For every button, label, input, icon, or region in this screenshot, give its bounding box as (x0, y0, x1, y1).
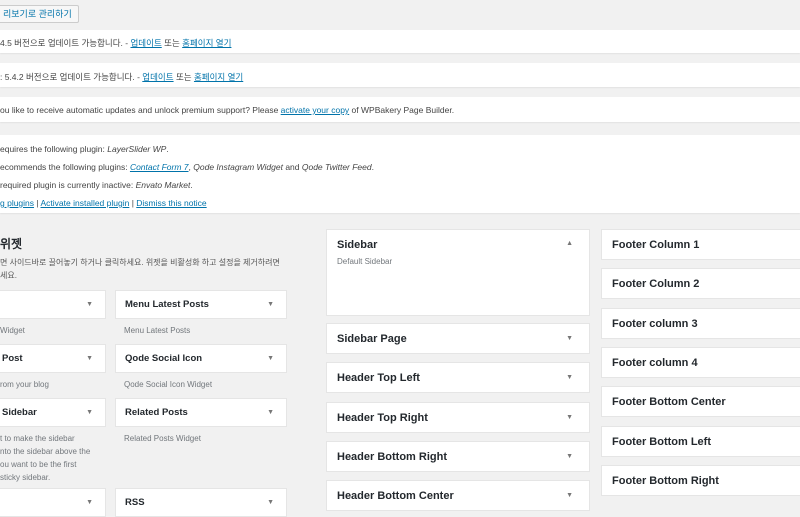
expand-arrow-icon[interactable]: ▼ (566, 442, 573, 472)
widget-item[interactable]: Qode Social Icon ▼ (115, 344, 287, 373)
plugin-name: Qode Twitter Feed (301, 162, 372, 172)
sidebar-title: Header Top Right (337, 411, 428, 424)
widget-title: Post (2, 353, 23, 364)
plugin-name: Envato Market (135, 180, 191, 190)
notice-or: 또는 (161, 38, 183, 48)
widget-description: Related Posts Widget (124, 434, 201, 443)
expand-arrow-icon[interactable]: ▼ (86, 345, 93, 372)
footer-sidebar-area[interactable]: Footer Column 2 (601, 268, 800, 300)
notice-text: equires the following plugin: (0, 144, 108, 154)
expand-arrow-icon[interactable]: ▼ (566, 324, 573, 354)
widget-item[interactable]: Post ▼ (0, 344, 106, 373)
plugin-name: Qode Instagram Widget (193, 162, 283, 172)
widget-description: Menu Latest Posts (124, 326, 191, 335)
expand-arrow-icon[interactable]: ▼ (566, 403, 573, 433)
widget-item[interactable]: ▼ (0, 488, 106, 517)
sidebar-title: Footer Bottom Left (612, 435, 711, 448)
notice-text: ou like to receive automatic updates and… (0, 105, 281, 115)
widget-description: Widget (0, 326, 25, 335)
sidebar-title: Footer Column 2 (612, 278, 700, 291)
sidebar-title: Footer Bottom Right (612, 474, 719, 487)
widget-title: RSS (125, 497, 145, 508)
expand-arrow-icon[interactable]: ▼ (566, 363, 573, 393)
notice-text: ecommends the following plugins: (0, 162, 130, 172)
expand-arrow-icon[interactable]: ▼ (86, 489, 93, 516)
notice-text: : 5.4.2 버전으로 업데이트 가능합니다. - (0, 72, 143, 82)
expand-arrow-icon[interactable]: ▼ (86, 399, 93, 426)
sidebar-title: Header Top Left (337, 372, 420, 385)
expand-arrow-icon[interactable]: ▼ (267, 345, 274, 372)
widget-description: t to make the sidebar nto the sidebar ab… (0, 434, 91, 482)
widget-description: rom your blog (0, 380, 49, 389)
footer-sidebar-area[interactable]: Footer Column 1 (601, 229, 800, 260)
activate-copy-link[interactable]: activate your copy (281, 105, 350, 115)
sidebar-description: Default Sidebar (337, 257, 393, 266)
activate-plugin-link[interactable]: Activate installed plugin (41, 198, 130, 208)
sidebar-title: Sidebar Page (337, 333, 407, 345)
widget-title: Menu Latest Posts (125, 299, 209, 310)
widget-item[interactable]: ▼ (0, 290, 106, 319)
expand-arrow-icon[interactable]: ▼ (267, 399, 274, 426)
manage-with-preview-button[interactable]: 리보기로 관리하기 (0, 5, 79, 23)
widgets-description: 면 사이드바로 끌어놓기 하거나 클릭하세요. 위젯을 비활성화 하고 설정을 … (0, 258, 280, 280)
footer-sidebar-area[interactable]: Footer Bottom Left (601, 425, 800, 457)
contact-form-link[interactable]: Contact Form 7 (130, 162, 189, 172)
homepage-link[interactable]: 홈페이지 열기 (182, 38, 231, 48)
collapse-arrow-icon[interactable]: ▲ (566, 240, 573, 247)
update-notice: : 5.4.2 버전으로 업데이트 가능합니다. - 업데이트 또는 홈페이지 … (0, 63, 800, 87)
widget-item[interactable]: Related Posts ▼ (115, 398, 287, 427)
sidebar-title: Footer Bottom Center (612, 396, 726, 409)
update-link[interactable]: 업데이트 (130, 38, 161, 48)
footer-sidebar-area[interactable]: Footer Bottom Center (601, 386, 800, 418)
sidebar-area[interactable]: Header Top Left ▼ (326, 362, 590, 394)
notice-text: required plugin is currently inactive: (0, 180, 136, 190)
widget-title: Related Posts (125, 407, 188, 418)
available-widgets-title: 위젯 (0, 237, 23, 251)
sidebar-title: Header Bottom Right (337, 450, 447, 463)
notice-text: and (282, 162, 302, 172)
expand-arrow-icon[interactable]: ▼ (566, 481, 573, 511)
plugin-name: LayerSlider WP (107, 144, 167, 154)
update-notice: 4.5 버전으로 업데이트 가능합니다. - 업데이트 또는 홈페이지 열기 (0, 30, 800, 53)
notice-text: 4.5 버전으로 업데이트 가능합니다. - (0, 38, 131, 48)
wpbakery-notice: ou like to receive automatic updates and… (0, 97, 800, 122)
sidebar-title: Header Bottom Center (337, 490, 454, 503)
expand-arrow-icon[interactable]: ▼ (267, 489, 274, 516)
expand-arrow-icon[interactable]: ▼ (267, 291, 274, 318)
update-link[interactable]: 업데이트 (142, 72, 173, 82)
notice-text: of WPBakery Page Builder. (349, 105, 455, 115)
dismiss-notice-link[interactable]: Dismiss this notice (136, 198, 206, 208)
sidebar-area[interactable]: Sidebar Page ▼ (326, 323, 590, 354)
widget-item[interactable]: Sidebar ▼ (0, 398, 106, 427)
sidebar-area[interactable]: Header Bottom Center ▼ (326, 480, 590, 512)
footer-sidebar-area[interactable]: Footer column 3 (601, 307, 800, 339)
sidebar-title: Footer column 4 (612, 356, 698, 369)
plugin-notice: equires the following plugin: LayerSlide… (0, 135, 800, 213)
sidebar-title: Footer column 3 (612, 317, 698, 330)
widget-title: Qode Social Icon (125, 353, 203, 364)
install-plugins-link[interactable]: g plugins (0, 198, 34, 208)
homepage-link[interactable]: 홈페이지 열기 (194, 72, 243, 82)
footer-sidebar-area[interactable]: Footer column 4 (601, 346, 800, 378)
sidebar-title: Footer Column 1 (612, 239, 700, 251)
widget-item[interactable]: RSS ▼ (115, 488, 287, 517)
widget-item[interactable]: Menu Latest Posts ▼ (115, 290, 287, 319)
sidebar-area-main[interactable]: Sidebar ▲ Default Sidebar (326, 229, 590, 316)
footer-sidebar-area[interactable]: Footer Bottom Right (601, 464, 800, 496)
expand-arrow-icon[interactable]: ▼ (86, 291, 93, 318)
sidebar-area[interactable]: Header Top Right ▼ (326, 401, 590, 433)
widget-title: Sidebar (2, 407, 37, 418)
sidebar-title: Sidebar (337, 239, 378, 251)
notice-or: 또는 (173, 72, 194, 82)
widget-description: Qode Social Icon Widget (124, 380, 213, 389)
sidebar-area[interactable]: Header Bottom Right ▼ (326, 440, 590, 472)
